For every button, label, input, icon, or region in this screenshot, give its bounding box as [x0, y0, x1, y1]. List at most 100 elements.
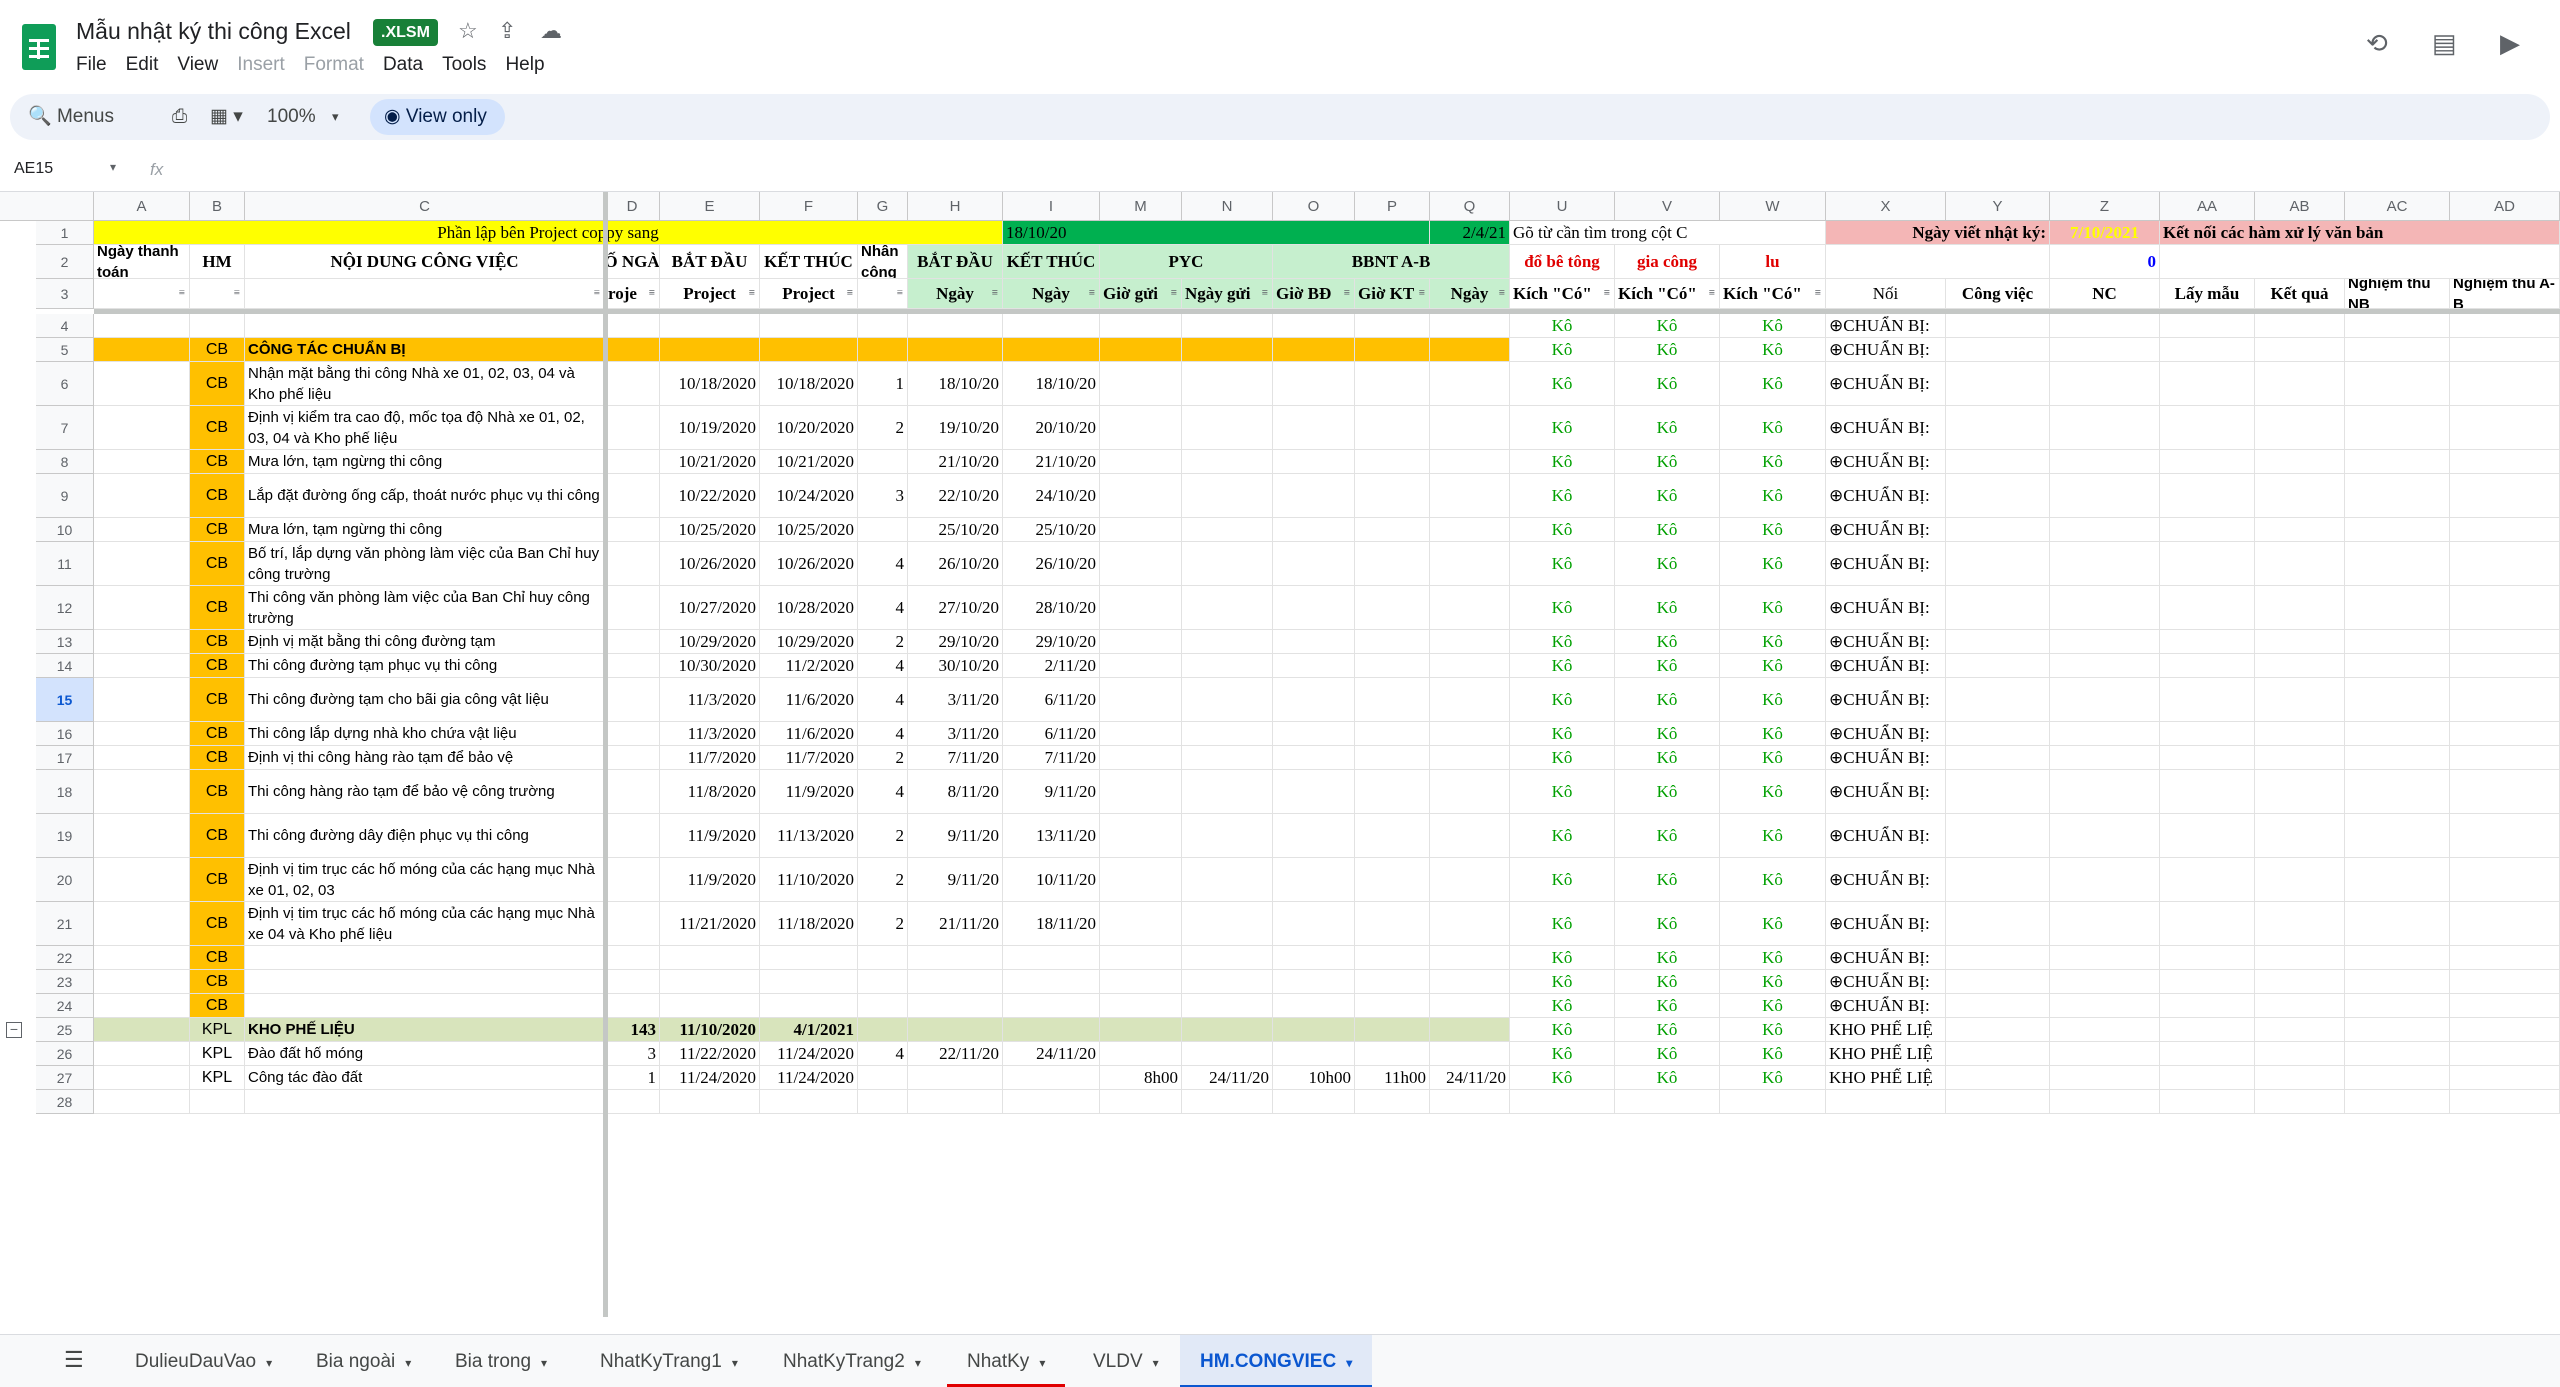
cell[interactable] [2450, 338, 2560, 362]
pyc-time-cell[interactable] [1100, 994, 1182, 1018]
bbnt-date-cell[interactable] [1430, 902, 1510, 946]
diary-date-label[interactable]: Ngày viết nhật ký: [1826, 221, 2050, 245]
cell[interactable] [2160, 722, 2255, 746]
task-content-cell[interactable]: Định vị kiểm tra cao độ, mốc tọa độ Nhà … [245, 406, 605, 450]
concrete-flag-cell[interactable]: Kô [1510, 542, 1615, 586]
bbnt-start-cell[interactable] [1273, 946, 1355, 970]
labor-cell[interactable]: 2 [858, 406, 908, 450]
compaction-flag-cell[interactable]: Kô [1720, 542, 1826, 586]
cell[interactable] [2255, 1042, 2345, 1066]
compaction-flag-cell[interactable]: Kô [1720, 1018, 1826, 1042]
end-day-cell[interactable] [1003, 338, 1100, 362]
cell[interactable] [2255, 678, 2345, 722]
start-date-cell[interactable]: 11/9/2020 [660, 858, 760, 902]
bbnt-start-cell[interactable] [1273, 722, 1355, 746]
fabrication-flag-cell[interactable]: Kô [1615, 814, 1720, 858]
start-date-cell[interactable] [660, 946, 760, 970]
cell[interactable] [2160, 518, 2255, 542]
start-date-cell[interactable]: 10/29/2020 [660, 630, 760, 654]
start-date-cell[interactable]: 10/21/2020 [660, 450, 760, 474]
sheet-tab[interactable]: HM.CONGVIEC ▾ [1180, 1335, 1373, 1387]
row-header[interactable]: 12 [36, 586, 94, 630]
task-content-cell[interactable]: Công tác đào đất [245, 1066, 605, 1090]
days-cell[interactable] [605, 630, 660, 654]
row-header[interactable]: 6 [36, 362, 94, 406]
pyc-time-cell[interactable] [1100, 746, 1182, 770]
concrete-flag-cell[interactable]: Kô [1510, 406, 1615, 450]
cell[interactable] [2345, 406, 2450, 450]
end-day-cell[interactable]: 25/10/20 [1003, 518, 1100, 542]
bbnt-end-cell[interactable] [1355, 586, 1430, 630]
days-cell[interactable] [605, 858, 660, 902]
pyc-date-cell[interactable] [1182, 814, 1273, 858]
end-day-cell[interactable] [1003, 970, 1100, 994]
hm-cell[interactable]: CB [190, 450, 245, 474]
end-date-cell[interactable]: 10/20/2020 [760, 406, 858, 450]
end-date-cell[interactable]: 4/1/2021 [760, 1018, 858, 1042]
pyc-date-cell[interactable] [1182, 858, 1273, 902]
cell[interactable] [2050, 678, 2160, 722]
end-date-cell[interactable]: 10/21/2020 [760, 450, 858, 474]
task-content-cell[interactable]: Thi công đường tạm phục vụ thi công [245, 654, 605, 678]
cell[interactable] [2450, 362, 2560, 406]
chevron-down-icon[interactable]: ▾ [405, 1356, 411, 1370]
pyc-date-cell[interactable] [1182, 362, 1273, 406]
payment-date-cell[interactable] [94, 946, 190, 970]
concrete-flag-cell[interactable]: Kô [1510, 474, 1615, 518]
days-cell[interactable] [605, 518, 660, 542]
compaction-flag-cell[interactable]: Kô [1720, 630, 1826, 654]
days-cell[interactable] [605, 654, 660, 678]
start-day-cell[interactable] [908, 946, 1003, 970]
subheader-cell[interactable]: Nối [1826, 279, 1946, 309]
cell[interactable] [1182, 1090, 1273, 1114]
cell[interactable] [2450, 1066, 2560, 1090]
cell[interactable] [2160, 1066, 2255, 1090]
pyc-date-cell[interactable] [1182, 970, 1273, 994]
concrete-flag-cell[interactable]: Kô [1510, 1018, 1615, 1042]
pyc-time-cell[interactable] [1100, 362, 1182, 406]
end-date-cell[interactable]: 11/6/2020 [760, 678, 858, 722]
subheader-cell[interactable]: NC [2050, 279, 2160, 309]
row-header[interactable]: 26 [36, 1042, 94, 1066]
pyc-date-cell[interactable] [1182, 406, 1273, 450]
end-date-cell[interactable]: 11/24/2020 [760, 1066, 858, 1090]
cell[interactable] [908, 1090, 1003, 1114]
header-pyc[interactable]: PYC [1100, 245, 1273, 279]
chevron-down-icon[interactable]: ▾ [732, 1356, 738, 1370]
cell[interactable] [1946, 654, 2050, 678]
end-day-cell[interactable]: 24/11/20 [1003, 1042, 1100, 1066]
compaction-flag-cell[interactable]: Kô [1720, 678, 1826, 722]
payment-date-cell[interactable] [94, 746, 190, 770]
column-header-m[interactable]: M [1100, 192, 1182, 221]
cell[interactable] [2050, 1018, 2160, 1042]
hm-cell[interactable]: CB [190, 542, 245, 586]
cell[interactable] [2160, 1042, 2255, 1066]
concrete-flag-cell[interactable]: Kô [1510, 1042, 1615, 1066]
column-header-f[interactable]: F [760, 192, 858, 221]
sheet-tab[interactable]: NhatKyTrang1 ▾ [580, 1335, 758, 1387]
task-content-cell[interactable]: KHO PHẾ LIỆU [245, 1018, 605, 1042]
days-cell[interactable] [605, 994, 660, 1018]
task-content-cell[interactable]: Thi công đường dây điện phục vụ thi công [245, 814, 605, 858]
pyc-time-cell[interactable] [1100, 678, 1182, 722]
cell[interactable] [1003, 1090, 1100, 1114]
chevron-down-icon[interactable]: ▾ [1346, 1356, 1352, 1370]
labor-cell[interactable]: 4 [858, 678, 908, 722]
days-cell[interactable] [605, 722, 660, 746]
bbnt-end-cell[interactable]: 11h00 [1355, 1066, 1430, 1090]
row-header[interactable]: 27 [36, 1066, 94, 1090]
concrete-flag-cell[interactable]: Kô [1510, 1066, 1615, 1090]
cell[interactable] [2050, 586, 2160, 630]
pyc-date-cell[interactable]: 24/11/20 [1182, 1066, 1273, 1090]
pyc-date-cell[interactable] [1182, 586, 1273, 630]
bbnt-start-cell[interactable] [1273, 586, 1355, 630]
chevron-down-icon[interactable]: ▾ [1153, 1356, 1159, 1370]
concrete-flag-cell[interactable]: Kô [1510, 338, 1615, 362]
column-header-g[interactable]: G [858, 192, 908, 221]
history-icon[interactable]: ⟲ [2366, 28, 2388, 59]
cell[interactable] [1826, 1090, 1946, 1114]
join-cell[interactable]: ⊕CHUẨN BỊ: [1826, 338, 1946, 362]
end-day-cell[interactable]: 10/11/20 [1003, 858, 1100, 902]
payment-date-cell[interactable] [94, 450, 190, 474]
cell[interactable] [2255, 1090, 2345, 1114]
